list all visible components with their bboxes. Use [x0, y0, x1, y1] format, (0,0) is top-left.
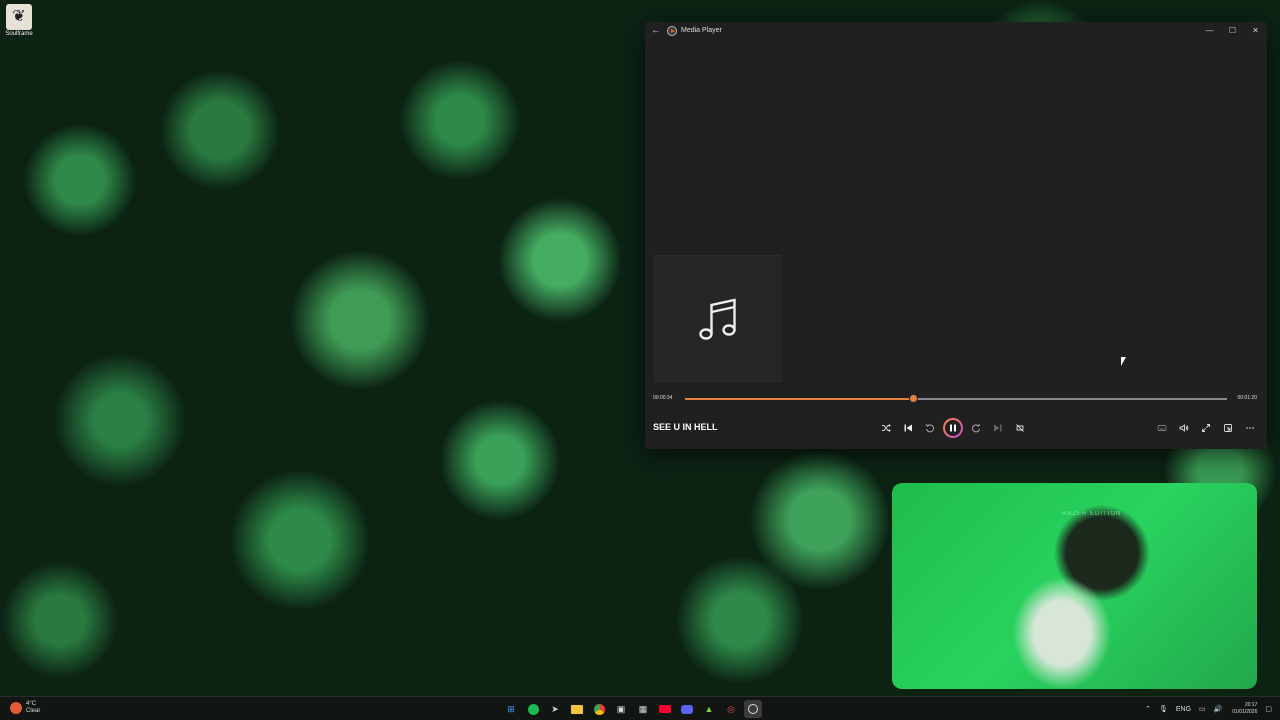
clock-date: 01/01/2026	[1232, 709, 1258, 715]
captions-icon	[1157, 425, 1167, 431]
clock-time: 20:17	[1244, 702, 1258, 708]
total-duration: 00:01:20	[1237, 395, 1257, 401]
spotify-icon[interactable]	[524, 700, 542, 718]
language-indicator[interactable]: ENG	[1176, 706, 1191, 713]
skip-forward-30-button[interactable]	[965, 417, 987, 439]
weather-icon	[10, 702, 22, 714]
next-button[interactable]	[987, 417, 1009, 439]
media-player-app-icon	[667, 25, 677, 36]
next-icon	[994, 424, 1002, 432]
title-bar: ← Media Player — ☐ ✕	[645, 22, 1267, 39]
previous-icon	[904, 424, 912, 432]
game-launcher-icon[interactable]: ▲	[700, 700, 718, 718]
seek-bar[interactable]	[685, 395, 1227, 402]
weather-condition: Clear	[26, 708, 41, 714]
media-player-taskbar-icon[interactable]	[744, 700, 762, 718]
start-button[interactable]: ⊞	[502, 700, 520, 718]
steam-icon[interactable]: ➤	[546, 700, 564, 718]
album-art	[654, 255, 781, 382]
system-tray: ⌃ 🎙 ENG ▭ 🔊 20:17 01/01/2026 ▢	[1137, 700, 1272, 718]
repeat-button[interactable]	[1009, 417, 1031, 439]
show-hidden-icons-button[interactable]: ⌃	[1145, 705, 1151, 713]
clock[interactable]: 20:17 01/01/2026	[1232, 702, 1257, 716]
taskbar-apps: ⊞ ➤ ▣ ▦ ▲ ◎	[500, 700, 764, 718]
seek-bar-progress	[685, 398, 913, 400]
shuffle-icon	[882, 424, 891, 432]
weather-temperature: 4°C	[26, 701, 37, 707]
desktop-icon-soulframe[interactable]: ❦ Soulframe	[4, 4, 34, 37]
skip-back-10-button[interactable]	[919, 417, 941, 439]
mini-player-button[interactable]	[1217, 417, 1239, 439]
recording-app-icon[interactable]: ◎	[722, 700, 740, 718]
more-options-button[interactable]	[1239, 417, 1261, 439]
file-explorer-icon[interactable]	[568, 700, 586, 718]
volume-icon	[1179, 424, 1189, 432]
mouse-cursor	[1121, 357, 1126, 366]
expand-icon	[1202, 424, 1210, 432]
pause-button[interactable]	[943, 418, 963, 438]
seek-bar-thumb[interactable]	[909, 395, 917, 402]
microphone-icon[interactable]: 🎙	[1159, 705, 1168, 713]
repeat-off-icon	[1016, 424, 1024, 432]
discord-icon[interactable]	[678, 700, 696, 718]
captions-button[interactable]	[1151, 417, 1173, 439]
mini-player-icon	[1224, 424, 1232, 432]
maximize-button[interactable]: ☐	[1221, 22, 1244, 39]
pause-icon	[950, 424, 956, 432]
network-icon[interactable]: ▭	[1199, 705, 1206, 713]
notifications-icon[interactable]: ▢	[1265, 705, 1272, 713]
webcam-overlay: RAZER EDITION	[892, 483, 1257, 689]
soulframe-app-icon: ❦	[6, 4, 32, 30]
volume-icon[interactable]: 🔊	[1214, 705, 1223, 713]
chrome-icon[interactable]	[590, 700, 608, 718]
screenshot-tool-icon[interactable]: ▣	[612, 700, 630, 718]
back-button[interactable]: ←	[645, 25, 667, 36]
window-title: Media Player	[681, 27, 722, 34]
more-icon	[1246, 427, 1254, 429]
secondary-controls	[1151, 417, 1261, 439]
previous-button[interactable]	[897, 417, 919, 439]
chair-logo-text: RAZER EDITION	[1062, 511, 1122, 517]
calculator-icon[interactable]: ▦	[634, 700, 652, 718]
volume-button[interactable]	[1173, 417, 1195, 439]
forward-30-icon	[972, 424, 981, 433]
youtube-icon[interactable]	[656, 700, 674, 718]
music-note-icon	[698, 298, 736, 340]
fullscreen-button[interactable]	[1195, 417, 1217, 439]
playback-controls	[875, 417, 1031, 439]
desktop-icon-label: Soulframe	[5, 31, 33, 37]
taskbar: 4°C Clear ⊞ ➤ ▣ ▦ ▲ ◎ ⌃ 🎙 ENG ▭ 🔊 20:17 …	[0, 696, 1280, 720]
close-button[interactable]: ✕	[1244, 22, 1267, 39]
weather-widget[interactable]: 4°C Clear	[10, 701, 40, 715]
rewind-10-icon	[925, 424, 934, 433]
shuffle-button[interactable]	[875, 417, 897, 439]
media-player-window: ← Media Player — ☐ ✕ 00:00:34 00:01:20 S…	[645, 22, 1267, 449]
song-title: SEE U IN HELL	[653, 422, 718, 432]
current-time: 00:00:34	[653, 395, 673, 401]
minimize-button[interactable]: —	[1198, 22, 1221, 39]
